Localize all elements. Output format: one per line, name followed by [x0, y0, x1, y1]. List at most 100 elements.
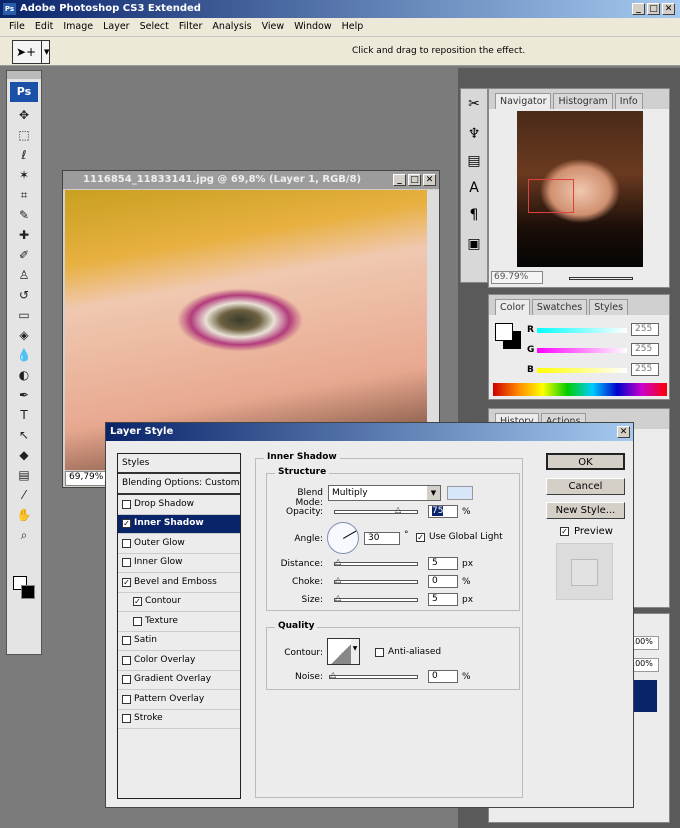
checkbox[interactable]: [122, 714, 131, 724]
checkbox[interactable]: [122, 694, 131, 704]
navigator-zoom-field[interactable]: 69.79%: [491, 271, 543, 284]
path-select-icon[interactable]: ↖: [7, 425, 41, 445]
character-icon[interactable]: A: [461, 173, 487, 203]
channel-slider[interactable]: [537, 348, 627, 353]
ok-button[interactable]: OK: [546, 453, 625, 470]
layer-comps-icon[interactable]: ▣: [461, 227, 487, 261]
tab-info[interactable]: Info: [614, 93, 643, 109]
style-item-satin[interactable]: Satin: [118, 632, 240, 651]
style-item-color-overlay[interactable]: Color Overlay: [118, 651, 240, 671]
channel-value[interactable]: 255: [631, 343, 659, 356]
style-item-outer-glow[interactable]: Outer Glow: [118, 534, 240, 554]
cancel-button[interactable]: Cancel: [546, 478, 625, 495]
global-light-checkbox[interactable]: ✓: [416, 533, 425, 542]
eraser-icon[interactable]: ▭: [7, 305, 41, 325]
distance-slider[interactable]: △: [334, 557, 418, 566]
slice-icon[interactable]: ✎: [7, 205, 41, 225]
brushes-icon[interactable]: ♆: [461, 119, 487, 149]
checkbox[interactable]: [122, 499, 131, 509]
marquee-icon[interactable]: ⬚: [7, 125, 41, 145]
paragraph-icon[interactable]: ¶: [461, 203, 487, 227]
checkbox[interactable]: [122, 558, 131, 568]
move-icon[interactable]: ✥: [7, 105, 41, 125]
channel-value[interactable]: 255: [631, 363, 659, 376]
opacity-input[interactable]: 75: [428, 505, 458, 518]
doc-minimize-button[interactable]: _: [393, 174, 406, 186]
tool-presets-icon[interactable]: ✂: [461, 89, 487, 119]
tab-color[interactable]: Color: [495, 299, 530, 315]
preview-checkbox[interactable]: ✓: [560, 527, 569, 536]
style-item-bevel-and-emboss[interactable]: ✓ Bevel and Emboss: [118, 573, 240, 593]
style-item-inner-glow[interactable]: Inner Glow: [118, 554, 240, 573]
menu-filter[interactable]: Filter: [174, 18, 208, 36]
menu-select[interactable]: Select: [135, 18, 174, 36]
color-ramp[interactable]: [493, 383, 667, 396]
bucket-icon[interactable]: ◈: [7, 325, 41, 345]
style-item-contour[interactable]: ✓ Contour: [118, 593, 240, 612]
blending-options[interactable]: Blending Options: Custom: [118, 474, 240, 495]
style-item-gradient-overlay[interactable]: Gradient Overlay: [118, 671, 240, 690]
menu-window[interactable]: Window: [289, 18, 336, 36]
size-input[interactable]: 5: [428, 593, 458, 606]
healing-icon[interactable]: ✚: [7, 225, 41, 245]
doc-maximize-button[interactable]: □: [408, 174, 421, 186]
channel-slider[interactable]: [537, 328, 627, 333]
menu-help[interactable]: Help: [337, 18, 369, 36]
brush-icon[interactable]: ✐: [7, 245, 41, 265]
eyedropper-icon[interactable]: ⁄: [7, 485, 41, 505]
checkbox[interactable]: [122, 655, 131, 665]
menu-view[interactable]: View: [257, 18, 290, 36]
menu-layer[interactable]: Layer: [98, 18, 135, 36]
blend-mode-select[interactable]: Multiply ▼: [328, 485, 441, 501]
doc-close-button[interactable]: ✕: [423, 174, 436, 186]
lasso-icon[interactable]: ℓ: [7, 145, 41, 165]
blur-icon[interactable]: 💧: [7, 345, 41, 365]
stamp-icon[interactable]: ♙: [7, 265, 41, 285]
angle-input[interactable]: 30: [364, 532, 400, 545]
tab-navigator[interactable]: Navigator: [495, 93, 552, 109]
contour-picker[interactable]: ▼: [327, 638, 360, 665]
menu-image[interactable]: Image: [58, 18, 98, 36]
checkbox[interactable]: [133, 616, 142, 626]
notes-icon[interactable]: ▤: [7, 465, 41, 485]
tab-histogram[interactable]: Histogram: [553, 93, 613, 109]
shadow-color-swatch[interactable]: [447, 486, 473, 500]
shape-icon[interactable]: ◆: [7, 445, 41, 465]
anti-aliased-checkbox[interactable]: [375, 648, 384, 657]
new-style-button[interactable]: New Style...: [546, 502, 625, 519]
channel-value[interactable]: 255: [631, 323, 659, 336]
styles-header[interactable]: Styles: [118, 454, 240, 474]
pen-icon[interactable]: ✒: [7, 385, 41, 405]
menu-analysis[interactable]: Analysis: [207, 18, 256, 36]
style-item-drop-shadow[interactable]: Drop Shadow: [118, 495, 240, 515]
channel-slider[interactable]: [537, 368, 627, 373]
checkbox[interactable]: [122, 636, 131, 646]
size-slider[interactable]: △: [334, 593, 418, 602]
style-item-texture[interactable]: Texture: [118, 612, 240, 632]
tool-preset-picker[interactable]: ➤+ ▼: [12, 40, 50, 64]
hand-icon[interactable]: ✋: [7, 505, 41, 525]
tab-swatches[interactable]: Swatches: [531, 299, 588, 315]
zoom-field[interactable]: 69,79%: [65, 471, 109, 486]
maximize-button[interactable]: □: [647, 3, 660, 15]
checkbox[interactable]: ✓: [122, 519, 131, 529]
history-brush-icon[interactable]: ↺: [7, 285, 41, 305]
zoom-slider[interactable]: [569, 277, 633, 280]
crop-icon[interactable]: ⌗: [7, 185, 41, 205]
style-item-pattern-overlay[interactable]: Pattern Overlay: [118, 690, 240, 710]
angle-dial[interactable]: [327, 522, 359, 554]
noise-slider[interactable]: △: [329, 670, 418, 679]
checkbox[interactable]: ✓: [122, 577, 131, 587]
checkbox[interactable]: [122, 675, 131, 685]
navigator-thumbnail[interactable]: [517, 111, 643, 267]
opacity-slider[interactable]: △: [334, 505, 418, 514]
dialog-close-button[interactable]: ✕: [617, 426, 630, 438]
distance-input[interactable]: 5: [428, 557, 458, 570]
magic-wand-icon[interactable]: ✶: [7, 165, 41, 185]
minimize-button[interactable]: _: [632, 3, 645, 15]
view-box[interactable]: [528, 179, 574, 213]
style-item-inner-shadow[interactable]: ✓ Inner Shadow: [118, 514, 240, 534]
noise-input[interactable]: 0: [428, 670, 458, 683]
style-item-stroke[interactable]: Stroke: [118, 710, 240, 729]
tab-styles[interactable]: Styles: [589, 299, 629, 315]
